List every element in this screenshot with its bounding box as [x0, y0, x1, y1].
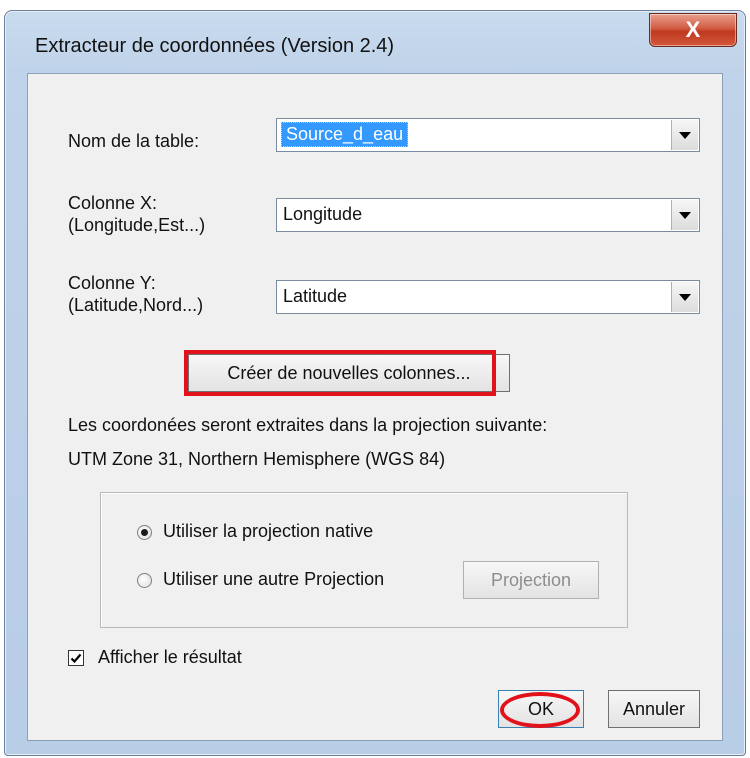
- show-result-checkbox[interactable]: [68, 650, 84, 666]
- close-icon: X: [685, 17, 701, 42]
- column-y-label-line2: (Latitude,Nord...): [68, 295, 204, 315]
- projection-group: Utiliser la projection native Utiliser u…: [100, 492, 628, 628]
- other-projection-label[interactable]: Utiliser une autre Projection: [163, 568, 384, 590]
- projection-info-line2: UTM Zone 31, Northern Hemisphere (WGS 84…: [68, 449, 446, 469]
- dialog-window: Extracteur de coordonnées (Version 2.4) …: [4, 10, 746, 756]
- projection-button-label: Projection: [490, 569, 572, 590]
- column-x-label-line2: (Longitude,Est...): [68, 215, 206, 235]
- show-result-label[interactable]: Afficher le résultat: [98, 646, 242, 668]
- column-y-combobox[interactable]: Latitude: [276, 280, 700, 314]
- chevron-down-icon[interactable]: [671, 282, 698, 312]
- native-projection-label[interactable]: Utiliser la projection native: [163, 520, 373, 542]
- table-name-label: Nom de la table:: [68, 131, 200, 151]
- other-projection-radio[interactable]: [137, 573, 152, 588]
- column-x-label: Colonne X: (Longitude,Est...): [68, 192, 205, 236]
- column-x-combobox[interactable]: Longitude: [276, 198, 700, 232]
- column-y-label-line1: Colonne Y:: [68, 273, 156, 293]
- close-button[interactable]: X: [649, 13, 737, 47]
- dialog-body: Nom de la table: Source_d_eau Colonne X:…: [27, 73, 723, 741]
- chevron-down-icon[interactable]: [671, 200, 698, 230]
- title-bar[interactable]: Extracteur de coordonnées (Version 2.4) …: [5, 11, 745, 73]
- cancel-button[interactable]: Annuler: [608, 690, 700, 728]
- column-y-value: Latitude: [283, 286, 348, 306]
- radio-selected-dot: [141, 529, 148, 536]
- table-name-combobox[interactable]: Source_d_eau: [276, 118, 700, 152]
- projection-button[interactable]: Projection: [463, 561, 599, 599]
- native-projection-radio[interactable]: [137, 525, 152, 540]
- projection-info-line1: Les coordonées seront extraites dans la …: [68, 415, 548, 435]
- checkmark-icon: [70, 653, 82, 664]
- highlight-create-columns: [184, 350, 496, 396]
- column-y-label: Colonne Y: (Latitude,Nord...): [68, 272, 203, 316]
- window-title: Extracteur de coordonnées (Version 2.4): [35, 35, 395, 57]
- highlight-ok: [500, 692, 580, 728]
- table-name-value: Source_d_eau: [281, 122, 409, 147]
- column-x-value: Longitude: [283, 204, 363, 224]
- cancel-button-label: Annuler: [622, 698, 686, 719]
- chevron-down-icon[interactable]: [671, 120, 698, 150]
- column-x-label-line1: Colonne X:: [68, 193, 158, 213]
